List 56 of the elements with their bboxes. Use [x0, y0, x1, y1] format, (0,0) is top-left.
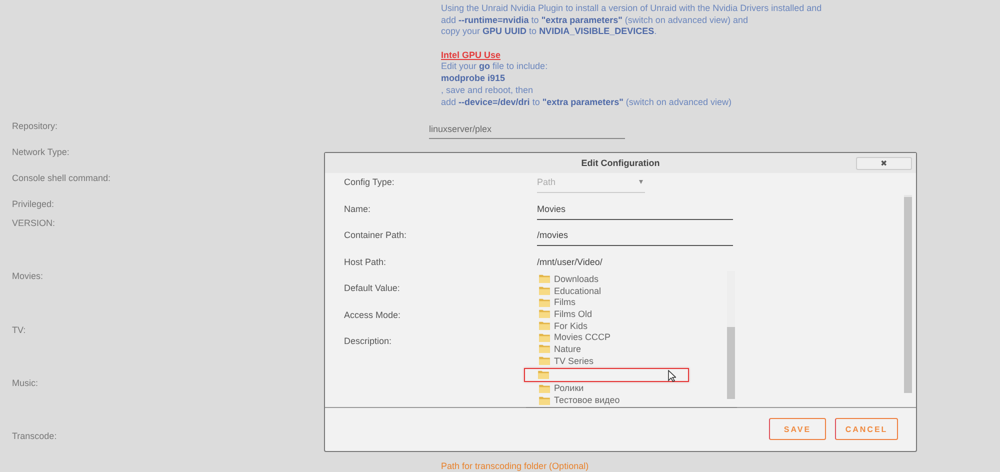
text-field[interactable]: /movies	[537, 228, 733, 246]
dialog-title: Edit Configuration	[581, 158, 660, 168]
scrollbar[interactable]	[904, 195, 912, 393]
close-button[interactable]: ✖	[856, 157, 912, 170]
field-label: Config Type:	[344, 176, 396, 187]
field-label: Container Path:	[344, 229, 408, 240]
folder-icon	[538, 370, 549, 379]
folder-item[interactable]: For Kids	[526, 320, 727, 332]
folder-item[interactable]: Movies CCCP	[526, 331, 727, 344]
folder-item[interactable]: Films	[526, 296, 727, 308]
help-text: add --device=/dev/dri to "extra parameters" (switch on advanced view)	[441, 96, 732, 108]
setting-label: TV:	[12, 325, 26, 336]
help-text: copy your GPU UUID to NVIDIA_VISIBLE_DEVICES.	[441, 26, 658, 38]
folder-icon	[539, 298, 550, 307]
field-label: Name:	[344, 202, 372, 214]
folder-icon	[539, 332, 550, 342]
folder-item[interactable]: Educational	[526, 284, 727, 296]
folder-icon	[539, 356, 550, 366]
setting-label: Network Type:	[12, 147, 70, 158]
setting-label: Privileged:	[12, 199, 54, 210]
folder-item[interactable]: Nature	[526, 343, 727, 355]
help-text: , save and reboot, then	[441, 84, 534, 96]
folder-item[interactable]: Ролики	[526, 382, 727, 394]
field-label: Description:	[344, 335, 393, 346]
field-hint: Path for transcoding folder (Optional)	[441, 461, 589, 472]
help-text: modprobe i915	[441, 73, 506, 85]
field-label: Host Path:	[344, 256, 388, 266]
folder-icon	[539, 344, 550, 354]
folder-icon	[539, 274, 550, 284]
folder-item[interactable]: Films Old	[526, 308, 727, 320]
help-text: Using the Unraid Nvidia Plugin to install a version of Unraid with the Nvidia Drivers installed and	[441, 3, 823, 15]
setting-label: Console shell command:	[12, 173, 111, 184]
text-field[interactable]: Movies	[537, 202, 733, 220]
setting-label: Repository:	[12, 121, 58, 132]
field-label: Access Mode:	[344, 308, 402, 320]
setting-label: Music:	[12, 378, 38, 388]
folder-icon	[539, 396, 550, 405]
cursor-icon	[668, 370, 676, 382]
text-field[interactable]: linuxserver/plex	[429, 124, 625, 140]
folder-icon	[539, 384, 550, 393]
setting-label: VERSION:	[12, 218, 56, 228]
setting-label: Transcode:	[12, 431, 57, 442]
help-text: add --runtime=nvidia to "extra parameters" (switch on advanced view) and	[441, 14, 749, 26]
folder-item[interactable]: TV Series	[526, 354, 727, 366]
folder-icon	[539, 286, 550, 296]
section-heading: Intel GPU Use	[441, 50, 502, 62]
folder-item[interactable]: Тестовое видео	[526, 394, 727, 406]
caret-icon	[639, 180, 643, 184]
field-label: Default Value:	[344, 282, 401, 293]
help-text: Edit your go file to include:	[441, 61, 549, 74]
setting-label: Movies:	[12, 271, 44, 282]
folder-item[interactable]: Downloads	[526, 273, 727, 285]
scrollbar[interactable]	[727, 271, 735, 399]
folder-icon	[539, 309, 550, 318]
folder-item[interactable]	[524, 368, 689, 382]
folder-icon	[539, 321, 550, 330]
